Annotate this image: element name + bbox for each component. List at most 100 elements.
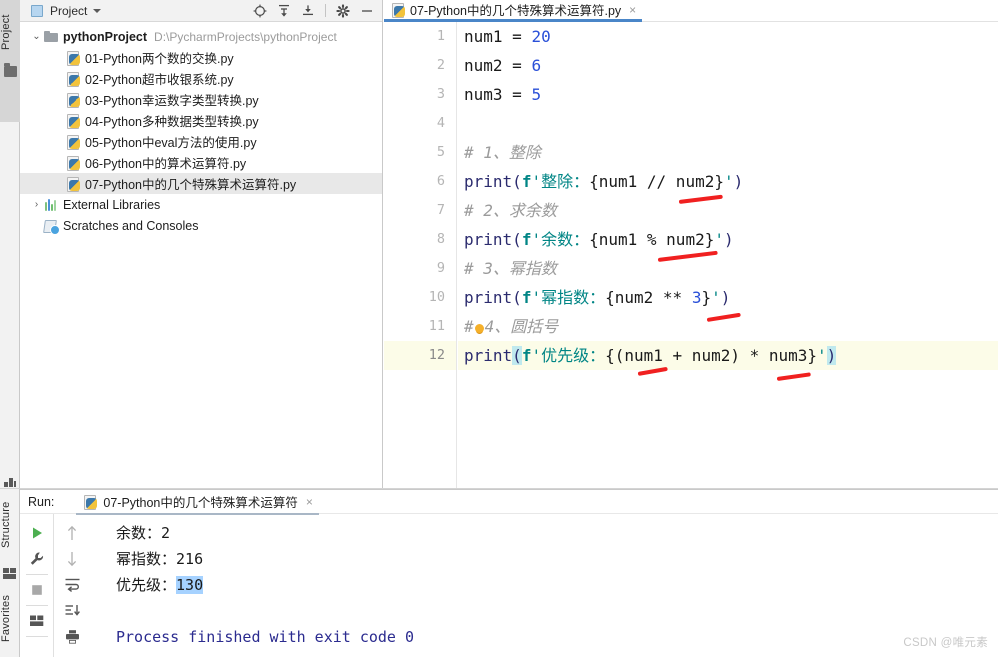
token-quote: '	[531, 346, 542, 365]
chevron-down-icon[interactable]: ⌄	[30, 31, 43, 42]
folder-icon	[43, 29, 59, 45]
close-icon[interactable]: ×	[306, 496, 313, 508]
sidebar-item-project[interactable]: Project	[0, 4, 20, 60]
editor-tab-active[interactable]: 07-Python中的几个特殊算术运算符.py ×	[384, 0, 643, 22]
line-number: 6	[436, 173, 445, 189]
intention-bulb-icon[interactable]	[474, 324, 484, 333]
token-expression: {num1 // num2}	[589, 172, 724, 191]
token-var: num3	[464, 85, 503, 104]
run-panel-header: Run: 07-Python中的几个特殊算术运算符 ×	[20, 490, 998, 515]
tree-item[interactable]: ›07-Python中的几个特殊算术运算符.py	[20, 173, 382, 194]
token-function: print	[464, 346, 513, 365]
token-fstring-prefix: f	[521, 230, 532, 249]
console-exit-line: Process finished with exit code 0	[116, 628, 415, 646]
layout-settings-button[interactable]	[20, 608, 54, 634]
stop-button[interactable]	[20, 577, 54, 603]
token-paren-matched-close: )	[826, 346, 837, 365]
token-function: print	[464, 230, 513, 249]
line-number: 7	[436, 202, 445, 218]
python-file-icon	[65, 71, 81, 87]
line-number: 1	[436, 28, 445, 44]
token-paren: )	[733, 172, 744, 191]
tree-item[interactable]: ›04-Python多种数据类型转换.py	[20, 110, 382, 131]
token-paren: (	[512, 288, 522, 307]
select-opened-file-icon[interactable]	[253, 4, 267, 18]
python-file-icon	[65, 113, 81, 129]
tree-item[interactable]: ⌄ pythonProject D:\PycharmProjects\pythonP…	[20, 26, 382, 47]
tree-item[interactable]: ›06-Python中的算术运算符.py	[20, 152, 382, 173]
chevron-right-icon[interactable]: ›	[30, 199, 43, 210]
token-expression: {(num1 + num2) * num3}	[605, 346, 818, 365]
token-quote: '	[723, 172, 734, 191]
line-number: 10	[428, 289, 445, 305]
run-label: Run:	[28, 494, 55, 509]
tree-item[interactable]: ›Scratches and Consoles	[20, 215, 382, 236]
code-line-12: print(f'优先级：{(num1 + num2) * num3}')	[458, 341, 998, 370]
sidebar-item-structure[interactable]: Structure	[0, 489, 20, 561]
run-toolbar-right	[55, 514, 89, 657]
token-comment: # 2、求余数	[464, 201, 557, 220]
run-configuration-tab[interactable]: 07-Python中的几个特殊算术运算符 ×	[76, 490, 319, 515]
line-number: 3	[436, 86, 445, 102]
line-number: 9	[436, 260, 445, 276]
console-line-1-label: 余数：	[116, 524, 162, 542]
line-number: 2	[436, 57, 445, 73]
line-number: 5	[436, 144, 445, 160]
scratches-icon	[43, 218, 60, 235]
token-number: 5	[531, 85, 542, 104]
token-string: 优先级：	[541, 346, 606, 365]
tree-item[interactable]: › External Libraries	[20, 194, 382, 215]
token-paren: (	[512, 172, 522, 191]
tree-item-label: 06-Python中的算术运算符.py	[85, 157, 247, 171]
python-file-icon	[65, 92, 81, 108]
soft-wrap-button[interactable]	[55, 572, 89, 598]
chevron-down-icon[interactable]	[93, 8, 102, 13]
run-panel-body: 余数：2 幂指数：216 优先级：130 Process finished wi…	[20, 514, 998, 657]
collapse-all-icon[interactable]	[301, 4, 315, 18]
token-paren: )	[723, 230, 734, 249]
code-line-1: num1 = 20	[458, 22, 998, 51]
token-string: 整除：	[541, 172, 590, 191]
rerun-button[interactable]	[20, 520, 54, 546]
tree-item[interactable]: ›05-Python中eval方法的使用.py	[20, 131, 382, 152]
editor-tab-bar: 07-Python中的几个特殊算术运算符.py ×	[384, 0, 998, 22]
settings-gear-icon[interactable]	[336, 3, 350, 18]
token-op: =	[502, 56, 532, 75]
editor-tab-label: 07-Python中的几个特殊算术运算符.py	[410, 4, 622, 18]
line-number: 12	[384, 341, 456, 370]
sidebar-item-favorites[interactable]: Favorites	[0, 585, 20, 651]
up-stack-trace-button[interactable]	[55, 520, 89, 546]
tree-item[interactable]: ›02-Python超市收银系统.py	[20, 68, 382, 89]
token-var: num2	[464, 56, 503, 75]
tree-item-path: D:\PycharmProjects\pythonProject	[154, 29, 337, 44]
token-expression-end: }	[701, 288, 712, 307]
run-configurations-button[interactable]	[20, 546, 54, 572]
print-button[interactable]	[55, 624, 89, 650]
hide-icon[interactable]	[360, 4, 374, 18]
close-icon[interactable]: ×	[629, 4, 636, 16]
structure-icon	[4, 478, 16, 487]
project-tool-window: Project ⌄ pythonProject D:\PycharmProjec…	[20, 0, 383, 489]
python-file-icon	[65, 176, 81, 192]
python-file-icon	[82, 494, 98, 510]
console-line-3-label: 优先级：	[116, 576, 177, 594]
console-line-2-label: 幂指数：	[116, 550, 177, 568]
token-quote: '	[531, 172, 542, 191]
token-quote: '	[531, 230, 542, 249]
left-tool-strip: Project Structure Favorites	[0, 0, 20, 657]
line-number: 11	[428, 318, 445, 334]
tree-item-label: 01-Python两个数的交换.py	[85, 52, 234, 66]
tree-item[interactable]: ›01-Python两个数的交换.py	[20, 47, 382, 68]
code-line-6: print(f'整除：{num1 // num2}')	[458, 167, 998, 196]
token-expression: {num2 **	[605, 288, 692, 307]
expand-all-icon[interactable]	[277, 4, 291, 18]
tree-item-label: 07-Python中的几个特殊算术运算符.py	[85, 178, 297, 192]
scroll-to-end-button[interactable]	[55, 598, 89, 624]
run-toolbar-left	[20, 514, 54, 657]
token-comment: # 1、整除	[464, 143, 541, 162]
code-line-9: # 3、幂指数	[458, 254, 998, 283]
tree-item[interactable]: ›03-Python幸运数字类型转换.py	[20, 89, 382, 110]
down-stack-trace-button[interactable]	[55, 546, 89, 572]
run-console-output[interactable]: 余数：2 幂指数：216 优先级：130 Process finished wi…	[90, 514, 998, 657]
